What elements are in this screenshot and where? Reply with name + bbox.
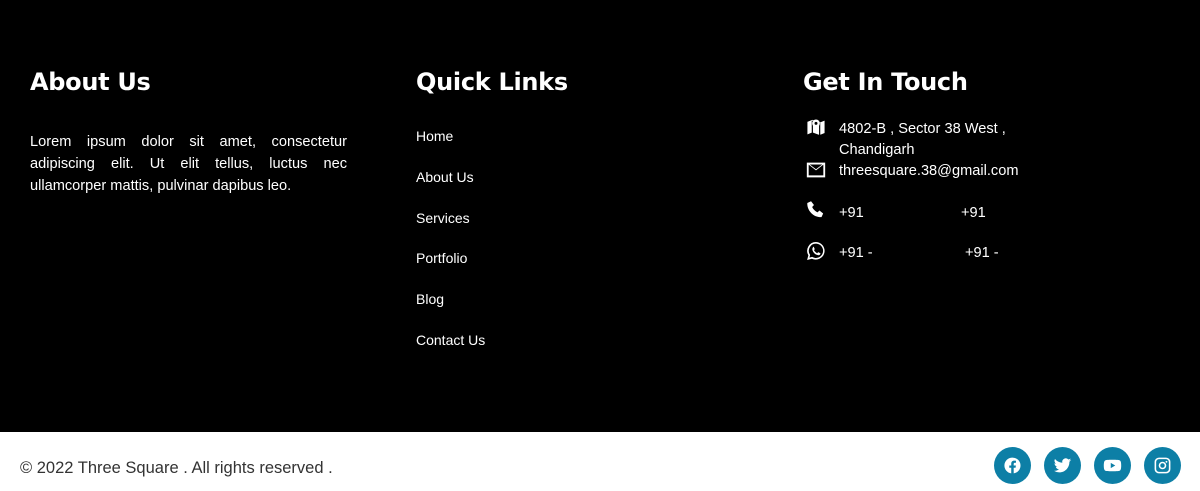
link-home[interactable]: Home xyxy=(416,128,453,144)
link-contact-us[interactable]: Contact Us xyxy=(416,332,485,348)
link-portfolio[interactable]: Portfolio xyxy=(416,250,467,266)
email-row: threesquare.38@gmail.com xyxy=(803,159,1019,181)
twitter-icon[interactable] xyxy=(1044,447,1081,484)
about-text: Lorem ipsum dolor sit amet, consectetur … xyxy=(30,134,347,194)
link-services[interactable]: Services xyxy=(416,210,470,226)
whatsapp-icon xyxy=(803,240,829,262)
address-line-1: 4802-B , Sector 38 West , xyxy=(839,121,1006,137)
quick-links-list: Home About Us Services Portfolio Blog Co… xyxy=(416,126,485,371)
envelope-icon xyxy=(803,159,829,181)
list-item: Services xyxy=(416,208,485,249)
bottom-bar: © 2022 Three Square . All rights reserve… xyxy=(0,432,1200,491)
list-item: Home xyxy=(416,126,485,167)
facebook-icon[interactable] xyxy=(994,447,1031,484)
whatsapp-row: +91 - +91 - xyxy=(803,240,999,262)
list-item: Contact Us xyxy=(416,330,485,371)
list-item: Portfolio xyxy=(416,248,485,289)
youtube-icon[interactable] xyxy=(1094,447,1131,484)
list-item: About Us xyxy=(416,167,485,208)
link-blog[interactable]: Blog xyxy=(416,291,444,307)
contact-heading: Get In Touch xyxy=(803,68,968,96)
social-links xyxy=(994,447,1181,484)
quick-links-heading: Quick Links xyxy=(416,68,568,96)
phone-2-text[interactable]: +91 xyxy=(961,203,986,224)
email-text[interactable]: threesquare.38@gmail.com xyxy=(839,161,1019,182)
address-line-2: Chandigarh xyxy=(839,142,915,158)
copyright-text: © 2022 Three Square . All rights reserve… xyxy=(20,459,333,477)
about-heading: About Us xyxy=(30,68,151,96)
instagram-icon[interactable] xyxy=(1144,447,1181,484)
footer-main: About Us Lorem ipsum dolor sit amet, con… xyxy=(0,0,1200,432)
list-item: Blog xyxy=(416,289,485,330)
address-row: 4802-B , Sector 38 West , Chandigarh xyxy=(803,116,1006,158)
phone-1-text[interactable]: +91 xyxy=(839,203,864,224)
whatsapp-1-text[interactable]: +91 - xyxy=(839,243,873,264)
phone-icon xyxy=(803,199,829,221)
whatsapp-2-text[interactable]: +91 - xyxy=(965,243,999,264)
link-about-us[interactable]: About Us xyxy=(416,169,474,185)
map-icon xyxy=(803,116,829,138)
phone-row: +91 +91 xyxy=(803,199,986,221)
